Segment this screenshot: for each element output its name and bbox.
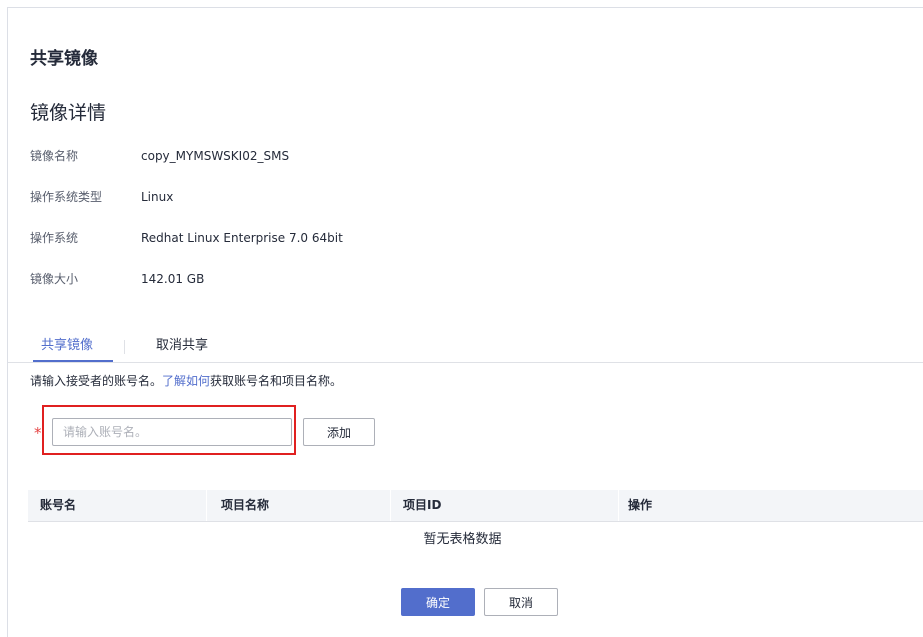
detail-label: 操作系统类型 bbox=[30, 190, 103, 204]
column-header-project-name: 项目名称 bbox=[221, 498, 270, 512]
detail-label: 镜像名称 bbox=[30, 149, 79, 163]
column-header-project-id: 项目ID bbox=[403, 498, 442, 512]
column-divider bbox=[206, 490, 207, 521]
column-divider bbox=[390, 490, 391, 521]
image-details-title: 镜像详情 bbox=[30, 102, 107, 124]
share-tabs: 共享镜像 取消共享 bbox=[8, 330, 923, 363]
detail-value: copy_MYMSWSKI02_SMS bbox=[141, 149, 290, 163]
column-divider bbox=[618, 490, 619, 521]
column-header-operation: 操作 bbox=[628, 498, 653, 512]
column-header-account: 账号名 bbox=[40, 498, 77, 512]
detail-value: Linux bbox=[141, 190, 174, 204]
add-button[interactable]: 添加 bbox=[303, 418, 375, 446]
detail-value: Redhat Linux Enterprise 7.0 64bit bbox=[141, 231, 343, 245]
learn-how-link[interactable]: 了解如何 bbox=[162, 374, 210, 388]
detail-label: 操作系统 bbox=[30, 231, 79, 245]
account-name-input[interactable] bbox=[52, 418, 292, 446]
table-empty-message: 暂无表格数据 bbox=[423, 532, 502, 547]
table-header: 账号名 项目名称 项目ID 操作 bbox=[28, 490, 923, 522]
tab-share-image[interactable]: 共享镜像 bbox=[41, 336, 93, 356]
confirm-button[interactable]: 确定 bbox=[401, 588, 475, 616]
dialog-title: 共享镜像 bbox=[30, 49, 98, 69]
detail-value: 142.01 GB bbox=[141, 272, 205, 286]
required-mark: * bbox=[34, 424, 42, 442]
account-hint: 请输入接受者的账号名。了解如何获取账号名和项目名称。 bbox=[30, 372, 342, 389]
active-tab-indicator bbox=[33, 360, 113, 362]
hint-prefix: 请输入接受者的账号名。 bbox=[30, 374, 163, 388]
hint-suffix: 获取账号名和项目名称。 bbox=[210, 374, 343, 388]
share-image-dialog: 共享镜像 镜像详情 镜像名称 copy_MYMSWSKI02_SMS 操作系统类… bbox=[7, 7, 923, 637]
tab-divider bbox=[124, 340, 125, 354]
tab-cancel-share[interactable]: 取消共享 bbox=[156, 336, 208, 356]
detail-label: 镜像大小 bbox=[30, 272, 79, 286]
cancel-button[interactable]: 取消 bbox=[484, 588, 558, 616]
